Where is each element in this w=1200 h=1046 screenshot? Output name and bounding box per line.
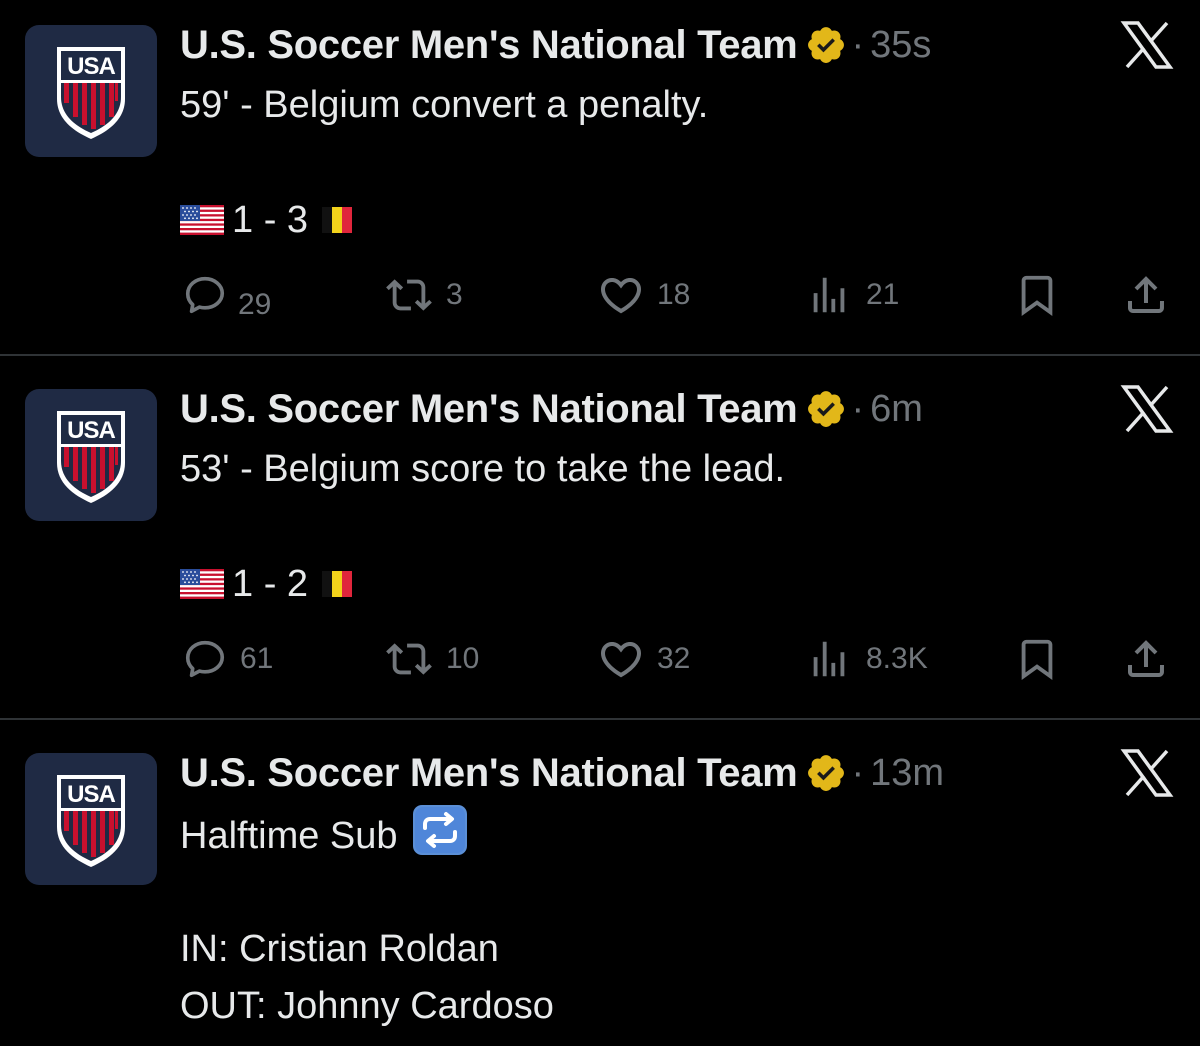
author-name[interactable]: U.S. Soccer Men's National Team bbox=[180, 751, 798, 796]
separator: · bbox=[851, 387, 865, 430]
views-button[interactable]: 8.3K bbox=[806, 634, 928, 684]
reply-icon bbox=[182, 636, 228, 682]
avatar[interactable] bbox=[25, 25, 157, 157]
x-logo-icon bbox=[1120, 384, 1174, 434]
sub-out-line: OUT: Johnny Cardoso bbox=[180, 985, 554, 1027]
verified-badge-icon bbox=[805, 24, 847, 66]
action-bar: 29 3 18 21 bbox=[0, 270, 1200, 321]
share-icon bbox=[1122, 271, 1170, 319]
score-line: 1 - 2 bbox=[180, 559, 352, 609]
usa-crest-icon bbox=[51, 41, 131, 141]
reply-icon bbox=[182, 272, 228, 318]
usa-crest-icon bbox=[51, 769, 131, 869]
tweet-2[interactable]: U.S. Soccer Men's National Team · 6m 53'… bbox=[0, 356, 1200, 718]
repost-icon bbox=[386, 636, 432, 682]
tweet-3[interactable]: U.S. Soccer Men's National Team · 13m Ha… bbox=[0, 720, 1200, 1046]
belgium-flag-icon bbox=[322, 207, 352, 233]
repost-count: 3 bbox=[446, 278, 463, 311]
bookmark-icon bbox=[1014, 636, 1060, 682]
verified-badge-icon bbox=[805, 752, 847, 794]
avatar[interactable] bbox=[25, 753, 157, 885]
timestamp[interactable]: 35s bbox=[870, 24, 931, 67]
reply-button[interactable]: 61 bbox=[182, 634, 273, 684]
x-logo-icon bbox=[1120, 748, 1174, 798]
like-icon bbox=[597, 635, 645, 683]
share-button[interactable] bbox=[1122, 270, 1170, 320]
repeat-emoji-icon bbox=[412, 804, 468, 856]
bookmark-button[interactable] bbox=[1014, 634, 1060, 684]
separator: · bbox=[851, 751, 865, 794]
usa-crest-icon bbox=[51, 405, 131, 505]
reply-count: 29 bbox=[238, 288, 272, 321]
us-flag-icon bbox=[180, 205, 224, 235]
score: 1 - 2 bbox=[232, 562, 309, 605]
repost-count: 10 bbox=[446, 642, 480, 675]
bookmark-icon bbox=[1014, 272, 1060, 318]
repost-icon bbox=[386, 272, 432, 318]
reply-count: 61 bbox=[240, 642, 274, 675]
tweet-text: Halftime Sub bbox=[180, 815, 398, 857]
repost-button[interactable]: 3 bbox=[386, 270, 463, 320]
sub-in-line: IN: Cristian Roldan bbox=[180, 928, 499, 970]
bookmark-button[interactable] bbox=[1014, 270, 1060, 320]
tweet-text-line: Halftime Sub bbox=[180, 804, 468, 865]
belgium-flag-icon bbox=[322, 571, 352, 597]
share-button[interactable] bbox=[1122, 634, 1170, 684]
views-count: 8.3K bbox=[866, 642, 928, 675]
tweet-text: 59' - Belgium convert a penalty. bbox=[180, 84, 709, 126]
avatar[interactable] bbox=[25, 389, 157, 521]
x-logo-icon bbox=[1120, 20, 1174, 70]
author-name[interactable]: U.S. Soccer Men's National Team bbox=[180, 23, 798, 68]
views-icon bbox=[806, 636, 852, 682]
tweet-text: 53' - Belgium score to take the lead. bbox=[180, 448, 786, 490]
like-count: 18 bbox=[657, 278, 691, 311]
views-count: 21 bbox=[866, 278, 900, 311]
score-line: 1 - 3 bbox=[180, 195, 352, 245]
separator: · bbox=[851, 23, 865, 66]
score: 1 - 3 bbox=[232, 198, 309, 241]
like-button[interactable]: 32 bbox=[597, 634, 690, 684]
like-button[interactable]: 18 bbox=[597, 270, 690, 320]
author-name[interactable]: U.S. Soccer Men's National Team bbox=[180, 387, 798, 432]
like-count: 32 bbox=[657, 642, 691, 675]
views-button[interactable]: 21 bbox=[806, 270, 899, 320]
share-icon bbox=[1122, 635, 1170, 683]
like-icon bbox=[597, 271, 645, 319]
action-bar: 61 10 32 8.3K bbox=[0, 634, 1200, 684]
verified-badge-icon bbox=[805, 388, 847, 430]
timestamp[interactable]: 6m bbox=[870, 388, 923, 431]
timestamp[interactable]: 13m bbox=[870, 752, 944, 795]
repost-button[interactable]: 10 bbox=[386, 634, 479, 684]
us-flag-icon bbox=[180, 569, 224, 599]
views-icon bbox=[806, 272, 852, 318]
reply-button[interactable]: 29 bbox=[182, 270, 272, 321]
tweet-1[interactable]: U.S. Soccer Men's National Team · 35s 59… bbox=[0, 0, 1200, 355]
